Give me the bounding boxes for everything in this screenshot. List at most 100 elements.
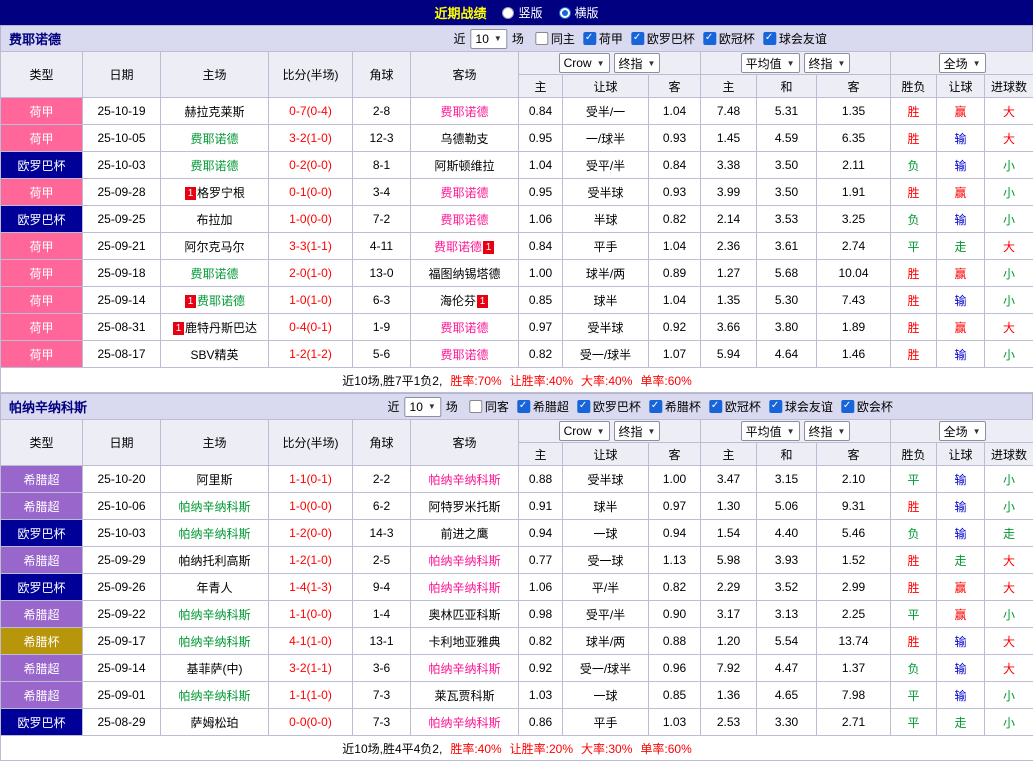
filter-checkbox-球会友谊[interactable]: 球会友谊	[763, 30, 827, 47]
filter-checkbox-希腊杯[interactable]: 希腊杯	[649, 398, 701, 415]
team-link[interactable]: 卡利地亚雅典	[428, 635, 500, 649]
filter-checkbox-荷甲[interactable]: 荷甲	[583, 30, 623, 47]
team-link[interactable]: 基菲萨(中)	[187, 662, 243, 676]
euro-odds-header: 平均值▼终指▼	[701, 52, 891, 75]
checkbox-icon[interactable]	[577, 400, 590, 413]
bookmaker-select[interactable]: Crow▼	[559, 53, 610, 73]
team-link[interactable]: 帕纳辛纳科斯	[428, 716, 500, 730]
team-link[interactable]: 前进之鹰	[440, 527, 488, 541]
filter-checkbox-希腊超[interactable]: 希腊超	[517, 398, 569, 415]
ah-line: 受平/半	[563, 601, 649, 628]
team-link[interactable]: 费耶诺德	[440, 348, 488, 362]
bookmaker-select[interactable]: Crow▼	[559, 421, 610, 441]
filter-checkbox-球会友谊[interactable]: 球会友谊	[769, 398, 833, 415]
team-link[interactable]: 帕纳辛纳科斯	[178, 689, 250, 703]
col-ah-line: 让球	[563, 443, 649, 466]
team-link[interactable]: 费耶诺德	[440, 105, 488, 119]
team-link[interactable]: 阿特罗米托斯	[428, 500, 500, 514]
team-link[interactable]: 费耶诺德	[197, 294, 245, 308]
team-link[interactable]: 帕纳托利高斯	[178, 554, 250, 568]
team-link[interactable]: 费耶诺德	[440, 213, 488, 227]
filter-checkbox-同主[interactable]: 同主	[535, 30, 575, 47]
team-link[interactable]: 莱瓦贾科斯	[434, 689, 494, 703]
team-link[interactable]: 帕纳辛纳科斯	[178, 608, 250, 622]
checkbox-icon[interactable]	[703, 32, 716, 45]
match-count-select[interactable]: 10▼	[405, 397, 441, 417]
team-link[interactable]: 阿斯顿维拉	[434, 159, 494, 173]
team-link[interactable]: 格罗宁根	[197, 186, 245, 200]
team-link[interactable]: 帕纳辛纳科斯	[428, 581, 500, 595]
team-link[interactable]: 海伦芬	[440, 294, 476, 308]
final-index-select[interactable]: 终指▼	[804, 53, 851, 73]
checkbox-icon[interactable]	[583, 32, 596, 45]
filter-checkbox-同客[interactable]: 同客	[469, 398, 509, 415]
checkbox-icon[interactable]	[469, 400, 482, 413]
chevron-down-icon: ▼	[648, 427, 656, 436]
checkbox-icon[interactable]	[631, 32, 644, 45]
team-link[interactable]: 年青人	[196, 581, 232, 595]
filter-checkbox-欧罗巴杯[interactable]: 欧罗巴杯	[577, 398, 641, 415]
team-link[interactable]: 帕纳辛纳科斯	[428, 554, 500, 568]
layout-option-vertical[interactable]: 竖版	[502, 4, 542, 21]
league-cell: 欧罗巴杯	[1, 520, 83, 547]
filter-checkbox-欧罗巴杯[interactable]: 欧罗巴杯	[631, 30, 695, 47]
team-link[interactable]: 布拉加	[196, 213, 232, 227]
fulltime-select[interactable]: 全场▼	[939, 421, 986, 441]
team-link[interactable]: 帕纳辛纳科斯	[178, 635, 250, 649]
average-select[interactable]: 平均值▼	[741, 421, 800, 441]
eu-away-odds: 2.71	[817, 709, 891, 736]
filter-checkbox-欧冠杯[interactable]: 欧冠杯	[703, 30, 755, 47]
team-link[interactable]: 帕纳辛纳科斯	[428, 473, 500, 487]
radio-icon[interactable]	[502, 7, 514, 19]
date-cell: 25-08-29	[83, 709, 161, 736]
filter-checkbox-欧冠杯[interactable]: 欧冠杯	[709, 398, 761, 415]
team-link[interactable]: 阿里斯	[196, 473, 232, 487]
final-index-select[interactable]: 终指▼	[804, 421, 851, 441]
chevron-down-icon: ▼	[494, 34, 502, 43]
team-link[interactable]: 奥林匹亚科斯	[428, 608, 500, 622]
match-count-select[interactable]: 10▼	[471, 29, 507, 49]
fulltime-select[interactable]: 全场▼	[939, 53, 986, 73]
checkbox-icon[interactable]	[763, 32, 776, 45]
checkbox-icon[interactable]	[517, 400, 530, 413]
team-link[interactable]: 乌德勒支	[440, 132, 488, 146]
checkbox-icon[interactable]	[535, 32, 548, 45]
team-link[interactable]: 鹿特丹斯巴达	[185, 321, 257, 335]
eu-draw-odds: 4.40	[757, 520, 817, 547]
team-link[interactable]: 费耶诺德	[190, 267, 238, 281]
team-link[interactable]: 萨姆松珀	[190, 716, 238, 730]
corner-cell: 4-11	[353, 233, 411, 260]
checkbox-label: 球会友谊	[785, 398, 833, 415]
team-link[interactable]: 费耶诺德	[190, 159, 238, 173]
home-team-cell: 1格罗宁根	[161, 179, 269, 206]
score-cell: 1-1(0-1)	[269, 466, 353, 493]
checkbox-icon[interactable]	[769, 400, 782, 413]
checkbox-icon[interactable]	[709, 400, 722, 413]
team-link[interactable]: 费耶诺德	[434, 240, 482, 254]
ah-away-odds: 0.82	[649, 574, 701, 601]
team-link[interactable]: 福图纳锡塔德	[428, 267, 500, 281]
team-link[interactable]: 帕纳辛纳科斯	[428, 662, 500, 676]
team-link[interactable]: 费耶诺德	[440, 186, 488, 200]
final-index-select[interactable]: 终指▼	[614, 53, 661, 73]
result-goals: 小	[985, 466, 1033, 493]
filter-checkbox-欧会杯[interactable]: 欧会杯	[841, 398, 893, 415]
team-link[interactable]: 帕纳辛纳科斯	[178, 527, 250, 541]
score-cell: 1-1(0-0)	[269, 601, 353, 628]
checkbox-icon[interactable]	[649, 400, 662, 413]
result-wdl: 负	[891, 520, 937, 547]
eu-away-odds: 2.25	[817, 601, 891, 628]
team-link[interactable]: 费耶诺德	[440, 321, 488, 335]
result-handicap: 输	[937, 341, 985, 368]
ah-home-odds: 0.84	[519, 233, 563, 260]
team-link[interactable]: 赫拉克莱斯	[184, 105, 244, 119]
average-select[interactable]: 平均值▼	[741, 53, 800, 73]
layout-option-horizontal[interactable]: 横版	[559, 4, 599, 21]
team-link[interactable]: 阿尔克马尔	[184, 240, 244, 254]
radio-icon[interactable]	[559, 7, 571, 19]
team-link[interactable]: 费耶诺德	[190, 132, 238, 146]
team-link[interactable]: 帕纳辛纳科斯	[178, 500, 250, 514]
team-link[interactable]: SBV精英	[190, 348, 238, 362]
checkbox-icon[interactable]	[841, 400, 854, 413]
final-index-select[interactable]: 终指▼	[614, 421, 661, 441]
